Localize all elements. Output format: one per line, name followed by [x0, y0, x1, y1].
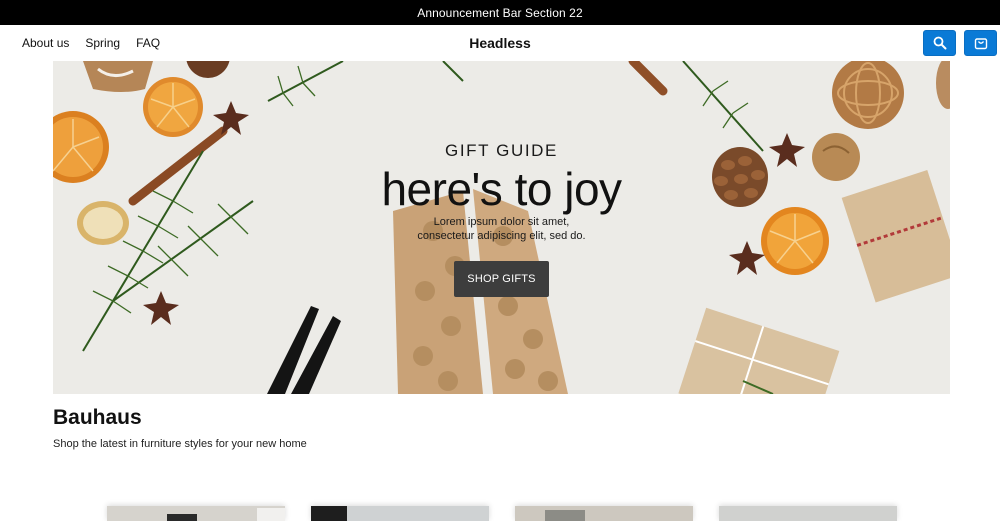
- section-title: Bauhaus: [53, 406, 142, 429]
- hero-copy: GIFT GUIDE here's to joy Lorem ipsum dol…: [53, 141, 950, 297]
- hero-eyebrow: GIFT GUIDE: [445, 141, 558, 160]
- hero-headline: here's to joy: [381, 163, 622, 215]
- nav-link-faq[interactable]: FAQ: [136, 36, 160, 50]
- nav-link-spring[interactable]: Spring: [85, 36, 120, 50]
- search-button[interactable]: [923, 30, 956, 56]
- section-subtitle: Shop the latest in furniture styles for …: [53, 438, 307, 450]
- shopping-bag-icon: [974, 38, 987, 50]
- product-image: [719, 506, 897, 521]
- nav-link-about-us[interactable]: About us: [22, 36, 69, 50]
- product-image: [107, 506, 285, 521]
- hero-subcopy: Lorem ipsum dolor sit amet, consectetur …: [53, 215, 950, 243]
- shop-gifts-button[interactable]: SHOP GIFTS: [454, 261, 549, 297]
- cart-button[interactable]: [964, 30, 997, 56]
- hero-banner: GIFT GUIDE here's to joy Lorem ipsum dol…: [53, 61, 950, 394]
- announcement-bar: Announcement Bar Section 22: [0, 0, 1000, 25]
- main-nav: About us Spring FAQ: [22, 25, 160, 61]
- hero-subcopy-line-1: Lorem ipsum dolor sit amet,: [433, 216, 570, 228]
- hero-subcopy-line-2: consectetur adipiscing elit, sed do.: [417, 230, 586, 242]
- search-icon: [933, 36, 946, 50]
- brand-logo[interactable]: Headless: [469, 35, 530, 51]
- product-grid: [107, 506, 897, 521]
- announcement-text: Announcement Bar Section 22: [417, 5, 583, 20]
- product-card[interactable]: [107, 506, 285, 521]
- product-card[interactable]: [311, 506, 489, 521]
- product-card[interactable]: [515, 506, 693, 521]
- site-header: About us Spring FAQ Headless: [0, 25, 1000, 61]
- product-image: [515, 506, 693, 521]
- product-card[interactable]: [719, 506, 897, 521]
- product-image: [311, 506, 489, 521]
